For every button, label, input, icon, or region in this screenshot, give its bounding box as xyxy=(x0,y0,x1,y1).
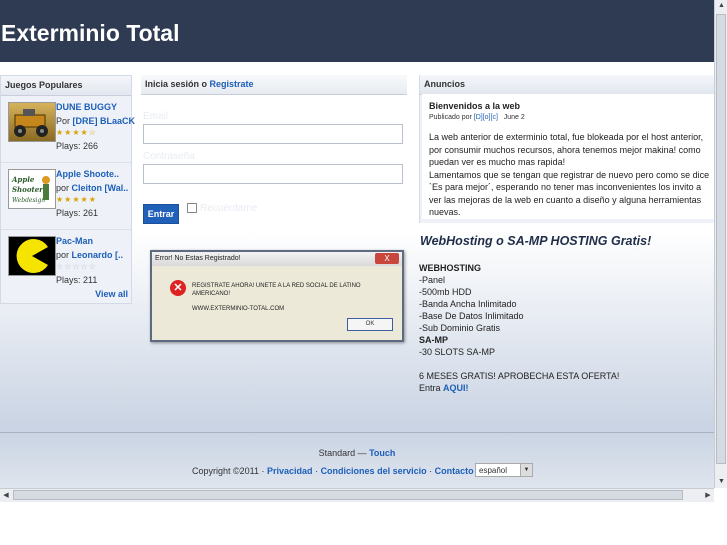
post-body: La web anterior de exterminio total, fue… xyxy=(429,131,711,219)
remember-me[interactable]: Recuérdame xyxy=(187,203,257,214)
promo-cta-prefix: Entra xyxy=(419,383,444,393)
footer-divider xyxy=(0,432,714,433)
post-body-paragraph: La web anterior de exterminio total, fue… xyxy=(429,132,704,167)
popular-games-heading: Juegos Populares xyxy=(1,76,131,96)
game-title[interactable]: DUNE BUGGY xyxy=(56,102,117,112)
password-field[interactable] xyxy=(143,164,403,184)
contact-link[interactable]: Contacto xyxy=(435,466,474,476)
footer-standard-label: Standard — xyxy=(318,448,370,458)
svg-text:Webdesign: Webdesign xyxy=(12,197,45,204)
promo-cta-link[interactable]: AQUI! xyxy=(443,383,469,393)
game-title[interactable]: Pac-Man xyxy=(56,236,93,246)
login-button[interactable]: Entrar xyxy=(143,204,179,224)
game-author-link[interactable]: Leonardo [.. xyxy=(72,250,124,260)
login-panel: Inicia sesión o Registrate Email Contras… xyxy=(141,75,407,225)
promo-line: -Banda Ancha Inlimitado xyxy=(419,299,517,309)
game-plays: Plays: 266 xyxy=(56,141,99,151)
promo-line: SA-MP xyxy=(419,335,448,345)
dialog-url: WWW.EXTERMINIO-TOTAL.COM xyxy=(192,306,285,312)
remember-label: Recuérdame xyxy=(200,203,258,214)
post-author-link[interactable]: [D][o][c] xyxy=(474,114,498,121)
password-label: Contraseña xyxy=(143,151,195,162)
post-meta-prefix: Publicado por xyxy=(429,114,472,121)
promo-line: -500mb HDD xyxy=(419,287,472,297)
language-value: español xyxy=(479,466,508,475)
scroll-left-icon[interactable]: ◀ xyxy=(0,489,12,502)
email-field[interactable] xyxy=(143,124,403,144)
footer-mode-switch: Standard — Touch xyxy=(0,448,714,458)
login-heading: Inicia sesión o Registrate xyxy=(141,75,407,95)
game-author: Por [DRE] BLaaCK xyxy=(56,116,135,126)
vertical-scrollbar[interactable]: ▲ ▼ xyxy=(714,0,727,488)
login-heading-text: Inicia sesión o xyxy=(145,79,210,89)
game-item[interactable]: Pac-Man por Leonardo [.. ☆☆☆☆☆ Plays: 21… xyxy=(1,230,131,296)
pacman-thumb[interactable] xyxy=(8,236,56,276)
announcements-panel: Anuncios Bienvenidos a la web Publicado … xyxy=(419,75,714,223)
game-title[interactable]: Apple Shoote.. xyxy=(56,169,119,179)
rating-stars: ☆☆☆☆☆ xyxy=(56,262,97,271)
horizontal-scrollbar[interactable]: ◀ ▶ xyxy=(0,488,714,502)
promo-line: -Panel xyxy=(419,275,446,285)
site-title[interactable]: Exterminio Total xyxy=(1,20,180,47)
game-author-link[interactable]: Cleiton [Wal.. xyxy=(72,183,129,193)
privacy-link[interactable]: Privacidad xyxy=(267,466,313,476)
language-select[interactable]: español ▼ xyxy=(475,463,533,477)
game-author-prefix: por xyxy=(56,250,70,260)
game-item[interactable]: Apple Shooter Webdesign Apple Shoote.. p… xyxy=(1,163,131,230)
horizontal-scroll-thumb[interactable] xyxy=(13,490,683,500)
promo-line: -Base De Datos Inlimitado xyxy=(419,311,524,321)
rating-stars: ★★★★☆ xyxy=(56,128,97,137)
svg-text:Apple: Apple xyxy=(11,175,35,184)
view-all-link[interactable]: View all xyxy=(95,289,128,299)
terms-link[interactable]: Condiciones del servicio xyxy=(321,466,427,476)
copyright: Copyright ©2011 · xyxy=(192,466,268,476)
promo-line: -30 SLOTS SA-MP xyxy=(419,347,496,357)
scroll-up-icon[interactable]: ▲ xyxy=(715,0,727,12)
post-meta: Publicado por [D][o][c] June 2 xyxy=(429,114,525,121)
dialog-message: REGISTRATE AHORA! UNETE A LA RED SOCIAL … xyxy=(192,283,361,297)
announcement-post: Bienvenidos a la web Publicado por [D][o… xyxy=(422,94,714,219)
scroll-right-icon[interactable]: ▶ xyxy=(702,489,714,502)
promo-line: WEBHOSTING xyxy=(419,263,481,273)
game-author: por Leonardo [.. xyxy=(56,250,123,260)
game-author-link[interactable]: [DRE] BLaaCK xyxy=(73,116,136,126)
post-title: Bienvenidos a la web xyxy=(429,101,521,111)
touch-link[interactable]: Touch xyxy=(369,448,395,458)
dialog-title: Error! No Estas Registrado! xyxy=(152,252,402,266)
dune-buggy-thumb[interactable] xyxy=(8,102,56,142)
promo-line: -Sub Dominio Gratis xyxy=(419,323,501,333)
game-item[interactable]: DUNE BUGGY Por [DRE] BLaaCK ★★★★☆ Plays:… xyxy=(1,96,135,163)
error-dialog: Error! No Estas Registrado! X ✕ REGISTRA… xyxy=(150,250,404,342)
game-plays: Plays: 261 xyxy=(56,208,99,218)
error-icon: ✕ xyxy=(170,280,186,296)
ok-button[interactable]: OK xyxy=(347,318,393,331)
post-date: June 2 xyxy=(503,114,525,121)
post-body-paragraph: Lamentamos que se tengan que registrar d… xyxy=(429,169,710,218)
popular-games-panel: Juegos Populares DUNE BUGGY Por [DRE] BL… xyxy=(0,75,135,304)
register-link[interactable]: Registrate xyxy=(210,79,254,89)
svg-text:Shooter: Shooter xyxy=(12,185,44,194)
footer-links: Copyright ©2011 · Privacidad · Condicion… xyxy=(192,466,474,476)
promo-cta: Entra AQUI! xyxy=(419,382,709,394)
rating-stars: ★★★★★ xyxy=(56,195,97,204)
game-author-prefix: Por xyxy=(56,116,71,126)
promo-line xyxy=(419,358,709,370)
game-author-prefix: por xyxy=(56,183,70,193)
game-author: por Cleiton [Wal.. xyxy=(56,183,128,193)
apple-shooter-thumb[interactable]: Apple Shooter Webdesign xyxy=(8,169,56,209)
promo-title: WebHosting o SA-MP HOSTING Gratis! xyxy=(420,234,652,248)
announcements-heading: Anuncios xyxy=(420,75,714,95)
close-icon[interactable]: X xyxy=(375,253,399,264)
site-header: Exterminio Total xyxy=(0,0,714,62)
game-plays: Plays: 211 xyxy=(56,275,98,285)
remember-checkbox[interactable] xyxy=(187,203,197,214)
promo-line: 6 MESES GRATIS! APROBECHA ESTA OFERTA! xyxy=(419,371,620,381)
hosting-promo: WebHosting o SA-MP HOSTING Gratis! WEBHO… xyxy=(419,234,709,394)
chevron-down-icon[interactable]: ▼ xyxy=(520,464,532,476)
vertical-scroll-thumb[interactable] xyxy=(716,14,726,464)
page-viewport: Exterminio Total Juegos Populares DUNE B… xyxy=(0,0,714,488)
scroll-down-icon[interactable]: ▼ xyxy=(715,476,727,488)
email-label: Email xyxy=(143,111,169,122)
